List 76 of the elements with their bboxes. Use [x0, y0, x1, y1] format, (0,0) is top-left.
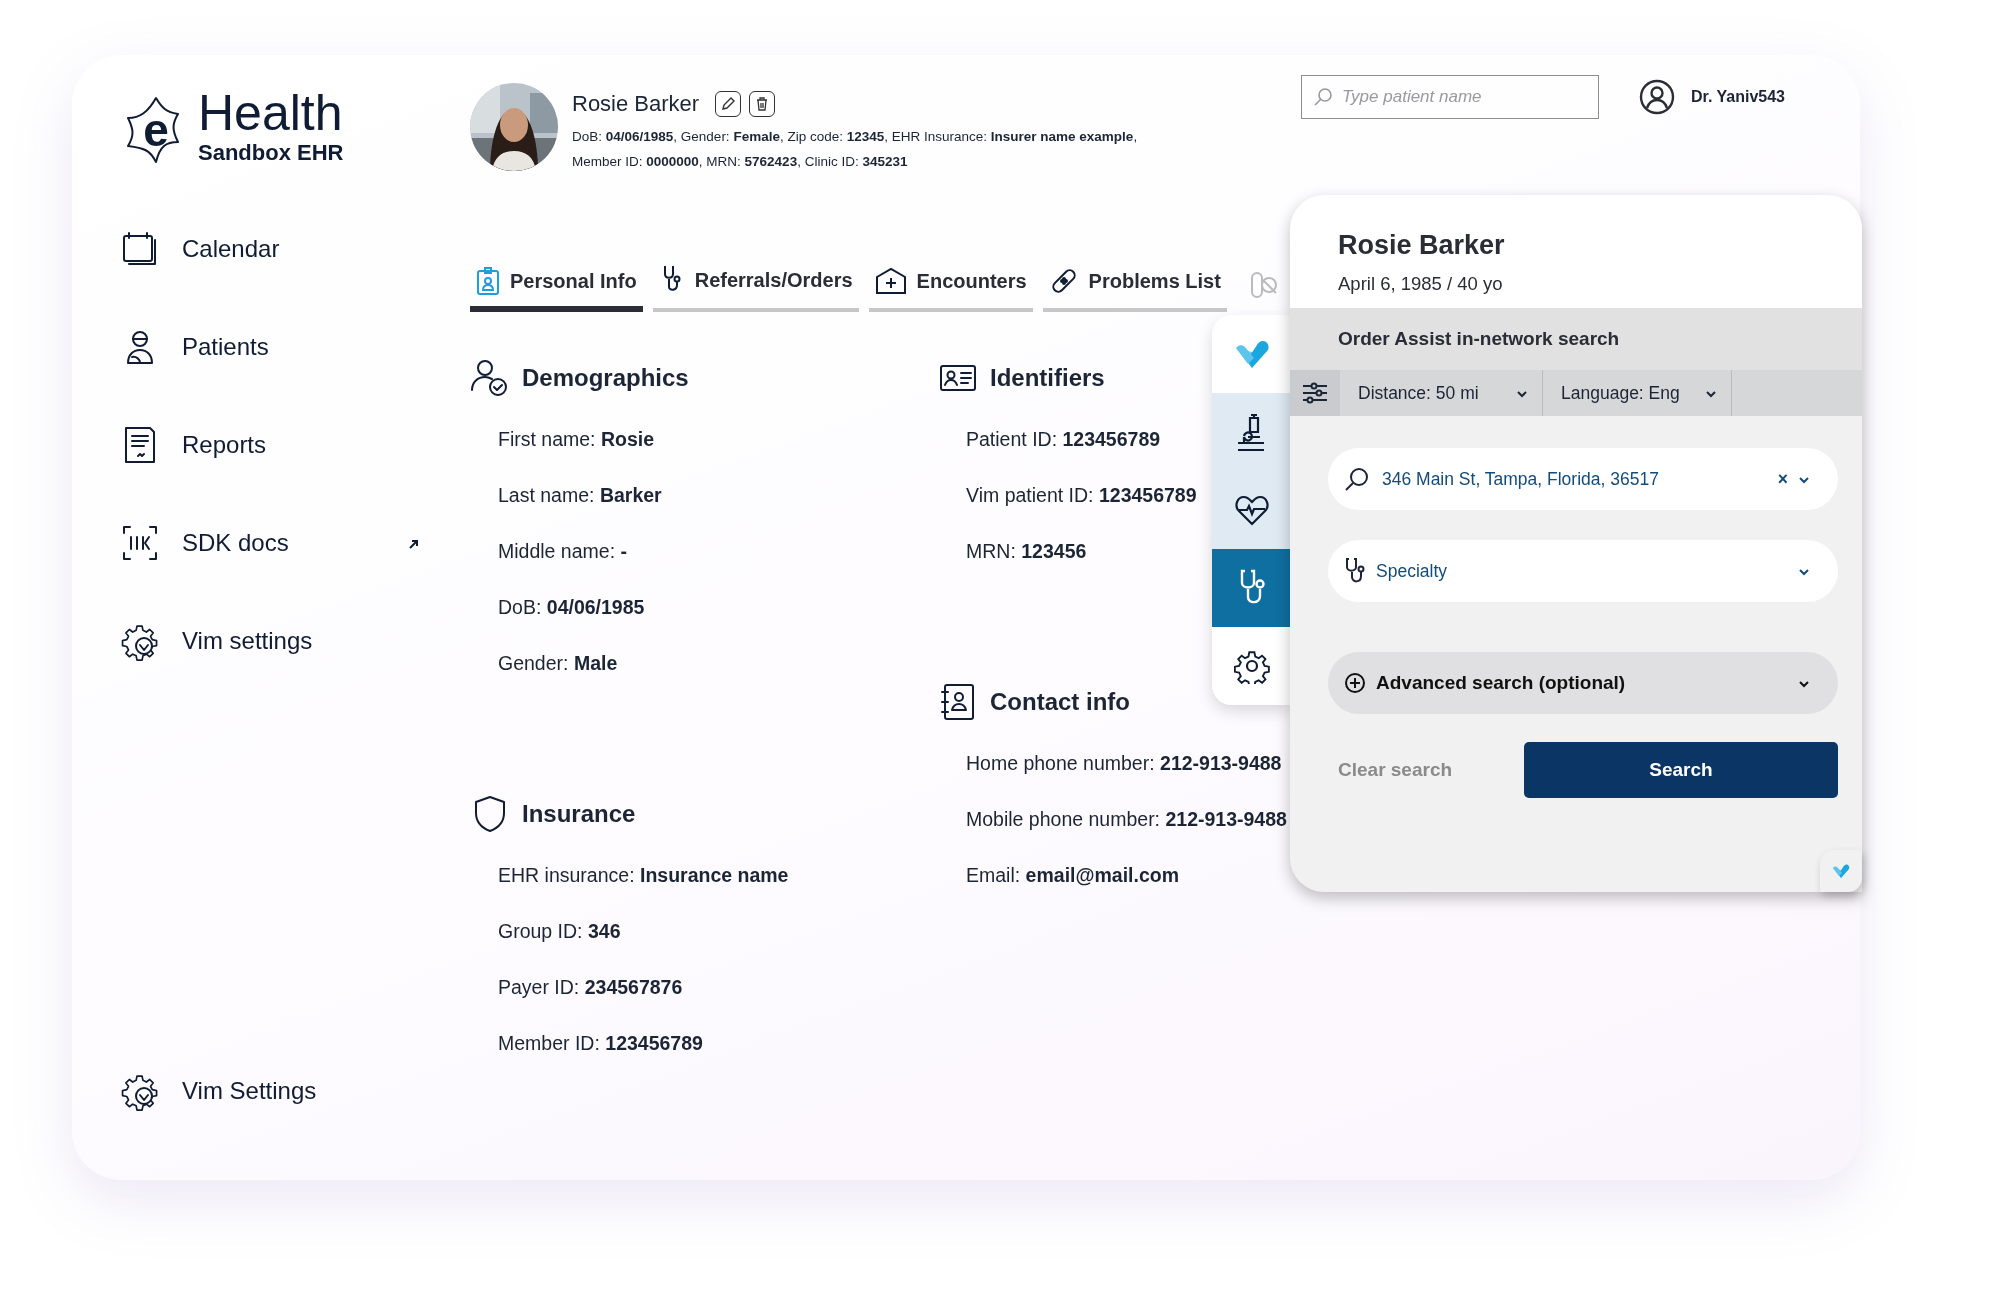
patient-search-field[interactable]: Type patient name	[1301, 75, 1599, 119]
field-text: Payer ID: 234567876	[498, 975, 683, 1001]
search-button[interactable]: Search	[1524, 742, 1838, 798]
sidebar-item[interactable]: Patients	[120, 298, 420, 396]
user-avatar-icon	[1639, 79, 1675, 115]
sliders-icon	[1302, 382, 1328, 404]
code-bracket-icon	[120, 523, 160, 563]
address-field[interactable]: 346 Main St, Tampa, Florida, 36517 ×	[1328, 448, 1838, 510]
gear-icon	[1234, 648, 1270, 684]
stethoscope-icon	[1344, 557, 1366, 585]
sidebar-item[interactable]: Vim Settings	[120, 1042, 420, 1140]
tab[interactable]: Referrals/Orders	[652, 264, 859, 312]
pills-icon	[1250, 272, 1277, 298]
logo-title: Health	[198, 91, 344, 136]
clinic-icon	[874, 267, 907, 295]
sidebar-item[interactable]: Calendar	[120, 200, 420, 298]
toolbar-button[interactable]	[1212, 549, 1292, 627]
field-text: MRN: 123456	[966, 539, 1087, 565]
patient-details: DoB: 04/06/1985, Gender: Female, Zip code: 12345, EHR Insurance: Insurer name example,	[572, 128, 1138, 146]
panel-title: Order Assist in-network search	[1290, 308, 1862, 370]
section-title: Demographics	[522, 363, 689, 393]
sidebar-item[interactable]: SDK docs	[120, 494, 420, 592]
delete-button[interactable]	[749, 90, 776, 117]
field-text: First name: Rosie	[498, 427, 655, 453]
clear-icon[interactable]: ×	[1777, 465, 1788, 493]
field-text: Group ID: 346	[498, 919, 621, 945]
chevron-down-icon	[1798, 568, 1810, 577]
specialty-dropdown[interactable]: Specialty	[1328, 540, 1838, 602]
search-icon	[1313, 87, 1333, 107]
badge-icon	[476, 266, 500, 296]
patient-details: Member ID: 0000000, MRN: 5762423, Clinic ID: 345231	[572, 153, 909, 171]
tab[interactable]: Problems List	[1042, 266, 1227, 312]
chevron-down-icon	[1798, 679, 1810, 688]
field-text: Home phone number: 212-913-9488	[966, 751, 1282, 777]
field-text: EHR insurance: Insurance name	[498, 863, 789, 889]
field-text: Patient ID: 123456789	[966, 427, 1161, 453]
pencil-icon	[720, 95, 737, 112]
chevron-down-icon	[1705, 390, 1717, 399]
toolbar-button[interactable]	[1212, 471, 1292, 549]
search-icon	[1344, 466, 1370, 492]
people-check-icon	[470, 358, 510, 398]
filter-button[interactable]	[1290, 370, 1340, 416]
heart-pulse-icon	[1234, 494, 1270, 526]
advanced-search-toggle[interactable]: Advanced search (optional)	[1328, 652, 1838, 714]
tab[interactable]: Personal Info	[470, 266, 643, 312]
tab[interactable]: Encounters	[868, 266, 1033, 312]
field-text: DoB: 04/06/1985	[498, 595, 645, 621]
sidebar-item[interactable]: Vim settings	[120, 592, 420, 690]
field-text: Vim patient ID: 123456789	[966, 483, 1197, 509]
chevron-down-icon	[1798, 476, 1810, 485]
chevron-down-icon	[1516, 390, 1528, 399]
plus-circle-icon	[1344, 672, 1366, 694]
section-title: Contact info	[990, 687, 1130, 717]
logo-subtitle: Sandbox EHR	[198, 139, 344, 167]
panel-patient-name: Rosie Barker	[1338, 229, 1506, 262]
field-text: Member ID: 123456789	[498, 1031, 703, 1057]
heart-logo-icon	[1831, 863, 1851, 879]
filter-dropdown[interactable]: Language: Eng	[1543, 370, 1732, 416]
field-text: Email: email@mail.com	[966, 863, 1180, 889]
section-title: Insurance	[522, 799, 636, 829]
user-name: Dr. Yaniv543	[1691, 87, 1785, 107]
field-text: Mobile phone number: 212-913-9488	[966, 807, 1287, 833]
panel-patient-age: April 6, 1985 / 40 yo	[1338, 271, 1504, 296]
edit-button[interactable]	[715, 90, 742, 117]
toolbar-button[interactable]	[1212, 393, 1292, 471]
toolbar-button[interactable]	[1212, 627, 1292, 705]
field-text: Gender: Male	[498, 651, 618, 677]
address-input[interactable]: 346 Main St, Tampa, Florida, 36517	[1380, 464, 1768, 494]
external-link-icon	[408, 537, 420, 550]
patient-name: Rosie Barker	[572, 90, 700, 118]
logo-letter: e	[143, 107, 169, 153]
field-text: Middle name: -	[498, 539, 627, 565]
filter-dropdown[interactable]: Distance: 50 mi	[1340, 370, 1543, 416]
sidebar-item[interactable]: Reports	[120, 396, 420, 494]
section-title: Identifiers	[990, 363, 1105, 393]
field-text: Last name: Barker	[498, 483, 662, 509]
